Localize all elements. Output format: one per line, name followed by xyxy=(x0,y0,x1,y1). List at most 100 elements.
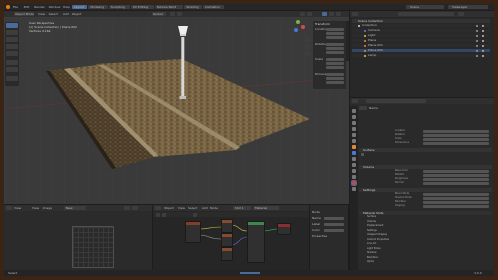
properties-section-header-volume[interactable]: Volume xyxy=(359,165,492,169)
outliner-search-field[interactable] xyxy=(398,12,454,16)
properties-texture-tab-icon[interactable] xyxy=(352,187,356,191)
properties-output-tab-icon[interactable] xyxy=(352,121,356,125)
scene-selector[interactable]: Scene xyxy=(406,5,444,9)
properties-list-item[interactable]: Light Probe xyxy=(365,247,492,251)
navigation-gizmo[interactable] xyxy=(292,20,306,34)
properties-list-item[interactable]: Surface xyxy=(365,215,492,219)
image-browse-button[interactable]: New xyxy=(64,206,86,210)
visibility-eye-icon[interactable] xyxy=(476,34,478,37)
settings-clipping-field[interactable] xyxy=(423,205,489,208)
properties-list-item[interactable]: Line Art xyxy=(365,242,492,246)
item-scale-field-3[interactable] xyxy=(326,66,344,69)
properties-constraints-tab-icon[interactable] xyxy=(352,169,356,173)
item-scale-field-2[interactable] xyxy=(326,62,344,65)
transform-dimensions-field[interactable] xyxy=(423,142,489,145)
properties-particles-tab-icon[interactable] xyxy=(352,157,356,161)
tab-sculpting[interactable]: Sculpting xyxy=(108,5,130,9)
gizmo-z-icon[interactable] xyxy=(294,28,298,32)
properties-list-item[interactable]: Custom Properties xyxy=(365,238,492,242)
node-panel-item[interactable]: Label xyxy=(312,223,320,226)
render-camera-icon[interactable] xyxy=(482,24,484,27)
viewport-shading-button[interactable] xyxy=(300,12,305,16)
shader-node-editor[interactable]: Object View Select Add Node Slot 1 Material xyxy=(153,205,309,270)
properties-list-item[interactable]: Volume xyxy=(365,220,492,224)
node-panel-item[interactable]: Node xyxy=(312,211,320,214)
3d-viewport[interactable]: Object Mode View Select Add Object Global xyxy=(4,11,349,204)
render-camera-icon[interactable] xyxy=(482,34,484,37)
scale-tool-button[interactable] xyxy=(6,44,18,49)
surface-normal-field[interactable] xyxy=(423,182,489,185)
tab-layout[interactable]: Layout xyxy=(72,5,88,9)
node-panel-item[interactable]: Properties xyxy=(312,235,327,238)
camera-view-button[interactable] xyxy=(305,51,310,56)
cursor-tool-button[interactable] xyxy=(6,23,18,28)
properties-scene-tab-icon[interactable] xyxy=(352,133,356,137)
node-menu-select[interactable]: Select xyxy=(188,206,197,210)
visibility-eye-icon[interactable] xyxy=(476,54,478,57)
visibility-eye-icon[interactable] xyxy=(476,29,478,32)
tab-shading[interactable]: Shading xyxy=(184,5,202,9)
item-dimensions-field-2[interactable] xyxy=(326,77,344,80)
transform-scale-field[interactable] xyxy=(423,138,489,141)
settings-blend-mode-field[interactable] xyxy=(423,193,489,196)
node-menu-view[interactable]: View xyxy=(178,206,185,210)
surface-roughness-field[interactable] xyxy=(423,178,489,181)
image-editor[interactable]: View View Image New xyxy=(4,205,152,270)
item-scale-field-1[interactable] xyxy=(326,58,344,61)
material-dropdown[interactable]: Material xyxy=(253,206,279,210)
transform-location-field[interactable] xyxy=(423,130,489,133)
image-texture-node-2[interactable] xyxy=(221,233,233,247)
menu-window[interactable]: Window xyxy=(49,5,61,9)
properties-search-field[interactable] xyxy=(366,99,426,103)
viewport-menu-add[interactable]: Add xyxy=(63,12,69,16)
node-toolbar-button-2[interactable] xyxy=(162,212,166,217)
properties-world-tab-icon[interactable] xyxy=(352,139,356,143)
node-panel-field[interactable] xyxy=(324,229,344,232)
tab-texture-paint[interactable]: Texture Paint xyxy=(154,5,184,9)
visibility-eye-icon[interactable] xyxy=(476,39,478,42)
principled-bsdf-node[interactable] xyxy=(247,221,265,263)
rendered-shading-button[interactable] xyxy=(336,12,341,16)
settings-backface-field[interactable] xyxy=(423,201,489,204)
settings-shadow-mode-field[interactable] xyxy=(423,197,489,200)
properties-object-tab-icon[interactable] xyxy=(352,145,356,149)
visibility-eye-icon[interactable] xyxy=(476,24,478,27)
properties-list-item[interactable]: Alpha xyxy=(365,260,492,264)
node-toolbar-button-3[interactable] xyxy=(193,212,197,217)
item-rotation-field-1[interactable] xyxy=(326,43,344,46)
move-tool-button[interactable] xyxy=(6,30,18,35)
material-output-node[interactable] xyxy=(277,223,291,235)
render-camera-icon[interactable] xyxy=(482,29,484,32)
node-toolbar-button-1[interactable] xyxy=(156,212,160,217)
node-panel-item[interactable]: Name xyxy=(312,217,321,220)
view-layer-selector[interactable]: ViewLayer xyxy=(448,5,488,9)
properties-physics-tab-icon[interactable] xyxy=(352,163,356,167)
properties-view-tab-icon[interactable] xyxy=(352,127,356,131)
measure-tool-button[interactable] xyxy=(6,67,18,72)
node-menu-object[interactable]: Object xyxy=(164,206,174,210)
properties-tool-tab-icon[interactable] xyxy=(352,109,356,113)
properties-list-item[interactable]: Viewport Display xyxy=(365,233,492,237)
tab-uv-editing[interactable]: UV Editing xyxy=(130,5,154,9)
item-dimensions-field-1[interactable] xyxy=(326,73,344,76)
viewport-menu-select[interactable]: Select xyxy=(49,12,58,16)
annotate-tool-button[interactable] xyxy=(6,60,18,65)
item-dimensions-field-3[interactable] xyxy=(326,81,344,84)
snap-button[interactable] xyxy=(170,12,175,16)
viewport-menu-view[interactable]: View xyxy=(38,12,45,16)
outliner-item-plane-001[interactable]: Plane.001 xyxy=(352,44,490,47)
visibility-eye-icon[interactable] xyxy=(476,49,478,52)
overlay-button[interactable] xyxy=(307,12,312,16)
node-menu-add[interactable]: Add xyxy=(202,206,208,210)
properties-list-item[interactable]: Backface xyxy=(365,256,492,260)
properties-list-item[interactable]: Displacement xyxy=(365,224,492,228)
properties-section-header-settings[interactable]: Settings xyxy=(359,188,492,192)
outliner-display-mode[interactable] xyxy=(352,12,358,16)
zoom-button[interactable] xyxy=(305,37,310,42)
outliner-item-light[interactable]: Light xyxy=(352,34,490,37)
properties-modifiers-tab-icon[interactable] xyxy=(352,151,356,155)
preview-toggle[interactable] xyxy=(361,153,364,156)
node-panel-field[interactable] xyxy=(324,223,344,226)
image-editor-mode[interactable]: View xyxy=(14,206,21,210)
material-shading-button[interactable] xyxy=(329,12,334,16)
